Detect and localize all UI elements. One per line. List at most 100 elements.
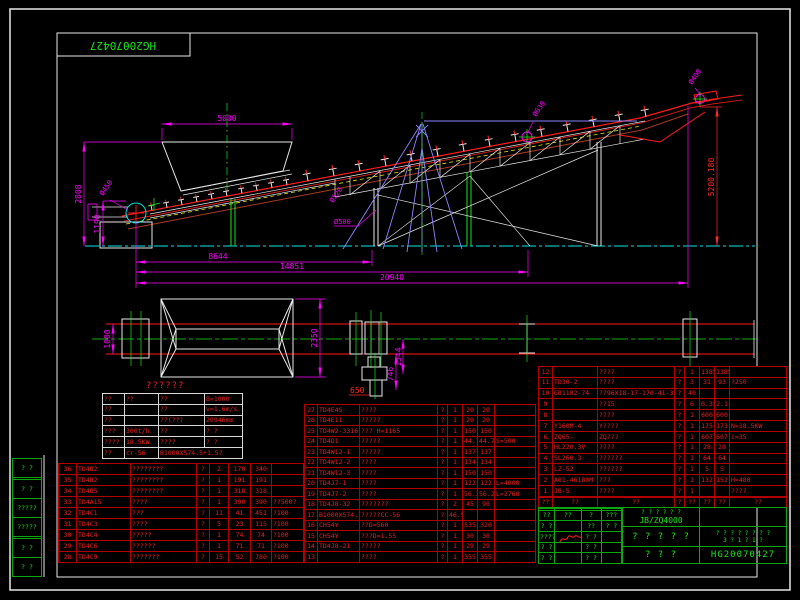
table-cell: 10 bbox=[538, 387, 553, 400]
table-cell: 64 bbox=[699, 452, 715, 465]
table-row: 28 TD4C9???????? 15 52 780 ?100 bbox=[58, 551, 304, 563]
table-cell bbox=[600, 552, 623, 564]
table-cell: ???? bbox=[102, 436, 125, 449]
table-cell: 115 bbox=[250, 518, 272, 530]
table-cell: 74 bbox=[250, 529, 272, 541]
table-cell: ? bbox=[437, 467, 448, 479]
svg-text:Ø520: Ø520 bbox=[328, 186, 344, 204]
table-cell: ???? bbox=[597, 485, 675, 497]
table-cell: 17 bbox=[304, 509, 318, 521]
tail-pulley-plan: 1000 bbox=[103, 311, 150, 366]
table-cell bbox=[494, 519, 536, 532]
table-cell bbox=[714, 485, 730, 497]
table-row: 35 TD4B2????????? 1 191 191 bbox=[58, 474, 304, 486]
table-cell: 11 bbox=[538, 376, 553, 389]
table-cell: cr-56 bbox=[124, 447, 159, 459]
table-cell: 1 bbox=[684, 409, 700, 422]
head-station-plan bbox=[682, 311, 698, 366]
table-row: 20 TD4J7-1????? 1 122 122 L=4000 bbox=[304, 477, 536, 490]
table-cell: 20 bbox=[462, 404, 478, 416]
table-cell: ???? bbox=[359, 456, 438, 469]
table-row: ???? 18.5KW????? ? bbox=[102, 436, 243, 449]
table-cell: 355 bbox=[477, 551, 495, 563]
table-cell: ? bbox=[674, 376, 685, 389]
table-cell: 1 bbox=[209, 474, 229, 486]
table-cell: ???? bbox=[597, 441, 675, 454]
table-row: 4 SL260.3??????? 1 64 64 bbox=[538, 452, 787, 465]
table-cell: 355 bbox=[462, 551, 478, 563]
drawing-title-cell: ? ? ? ? ? bbox=[622, 526, 700, 547]
table-cell: ??? bbox=[130, 507, 197, 519]
table-cell: GB1102-74 bbox=[552, 387, 598, 400]
table-cell: L=4000 bbox=[494, 477, 536, 490]
table-cell: 74 bbox=[228, 529, 251, 541]
table-cell: ? bbox=[437, 456, 448, 469]
table-cell: 9 bbox=[538, 398, 553, 411]
table-cell: 35 bbox=[58, 474, 77, 486]
table-cell: ? bbox=[437, 446, 448, 458]
table-cell: 14 bbox=[304, 540, 318, 553]
table-cell bbox=[494, 498, 536, 511]
table-cell bbox=[554, 520, 582, 533]
table-cell: 1 bbox=[209, 529, 229, 541]
table-cell: 90 bbox=[477, 498, 495, 511]
table-row: 36 TD4B2????????? 2 170 340 bbox=[58, 463, 304, 475]
table-cell: 1 bbox=[447, 446, 463, 458]
table-cell: 18.5KW bbox=[124, 436, 159, 449]
table-cell: TD4J8-32 bbox=[317, 498, 360, 511]
table-cell: 22 bbox=[304, 456, 318, 469]
table-cell: ? ? bbox=[600, 520, 623, 533]
table-row: 25 TD4W2-3316??? H=1165? 1 150 150 bbox=[304, 425, 536, 437]
table-row: 3 LZ-52??????? 1 5 5 bbox=[538, 463, 787, 476]
table-cell: 52 bbox=[228, 551, 251, 563]
table-cell: 1 bbox=[447, 414, 463, 427]
table-cell: ????? bbox=[359, 414, 438, 427]
table-cell: ? ? bbox=[204, 425, 243, 438]
table-cell: ?? bbox=[124, 393, 159, 405]
table-cell: 29 bbox=[462, 540, 478, 553]
cross-beam-plan bbox=[519, 315, 535, 362]
table-row: 21 TD4W12-3????? 1 150 150 bbox=[304, 467, 536, 479]
table-cell: ? bbox=[674, 387, 685, 400]
table-cell: TD30-2 bbox=[552, 376, 598, 389]
table-cell: 0.35 bbox=[699, 398, 715, 411]
table-cell: 30 bbox=[477, 530, 495, 542]
table-cell: 607 bbox=[699, 430, 715, 443]
table-cell: B1000X574.5+1.5? bbox=[158, 447, 243, 459]
title-block-empty-cell bbox=[699, 507, 787, 527]
table-cell bbox=[124, 403, 159, 416]
belt-carry-line bbox=[121, 98, 715, 217]
product-name-cell: ? ? ? ? ? ? JB/ZQ4000 bbox=[622, 507, 700, 527]
table-cell: ?? bbox=[158, 403, 205, 416]
table-row: 16 CH54Y ??D=560? 1 535 320 bbox=[304, 519, 536, 532]
table-cell: 20 bbox=[477, 414, 495, 427]
table-cell: 1 bbox=[684, 463, 700, 476]
table-cell: ?? bbox=[158, 425, 205, 438]
table-cell: 137 bbox=[462, 446, 478, 458]
table-cell: ???? bbox=[597, 376, 675, 389]
table-row: 12?????113851385 bbox=[538, 366, 787, 378]
table-cell: 6 bbox=[538, 430, 553, 443]
table-row: 18 TD4J8-32???????? 2 45 90 bbox=[304, 498, 536, 511]
table-cell: ?? bbox=[580, 520, 602, 533]
table-cell: 1 bbox=[209, 485, 229, 497]
table-cell: 56.23 bbox=[477, 488, 495, 500]
table-cell: ? bbox=[674, 441, 685, 454]
table-cell: SL260.3 bbox=[552, 452, 598, 465]
table-cell: ? bbox=[674, 366, 685, 378]
table-cell: 1385 bbox=[714, 366, 730, 378]
table-cell: 40 bbox=[684, 387, 700, 400]
table-cell: ?? bbox=[102, 393, 125, 405]
table-cell: ??500? bbox=[271, 496, 304, 508]
table-cell: ? bbox=[674, 398, 685, 411]
table-row: 29 TD4C6??????? 1 71 71 ?100 bbox=[58, 540, 304, 552]
svg-text:Ø450: Ø450 bbox=[98, 179, 114, 197]
table-cell: 1 bbox=[684, 430, 700, 443]
dim-drive-c: 650 bbox=[350, 386, 365, 395]
table-cell: ? ? bbox=[580, 531, 602, 543]
table-cell: ? bbox=[196, 507, 210, 519]
table-cell: ?? bbox=[102, 447, 125, 459]
table-cell: 29 bbox=[477, 540, 495, 553]
table-cell: 24 bbox=[304, 435, 318, 448]
table-cell: ??15 bbox=[597, 398, 675, 411]
